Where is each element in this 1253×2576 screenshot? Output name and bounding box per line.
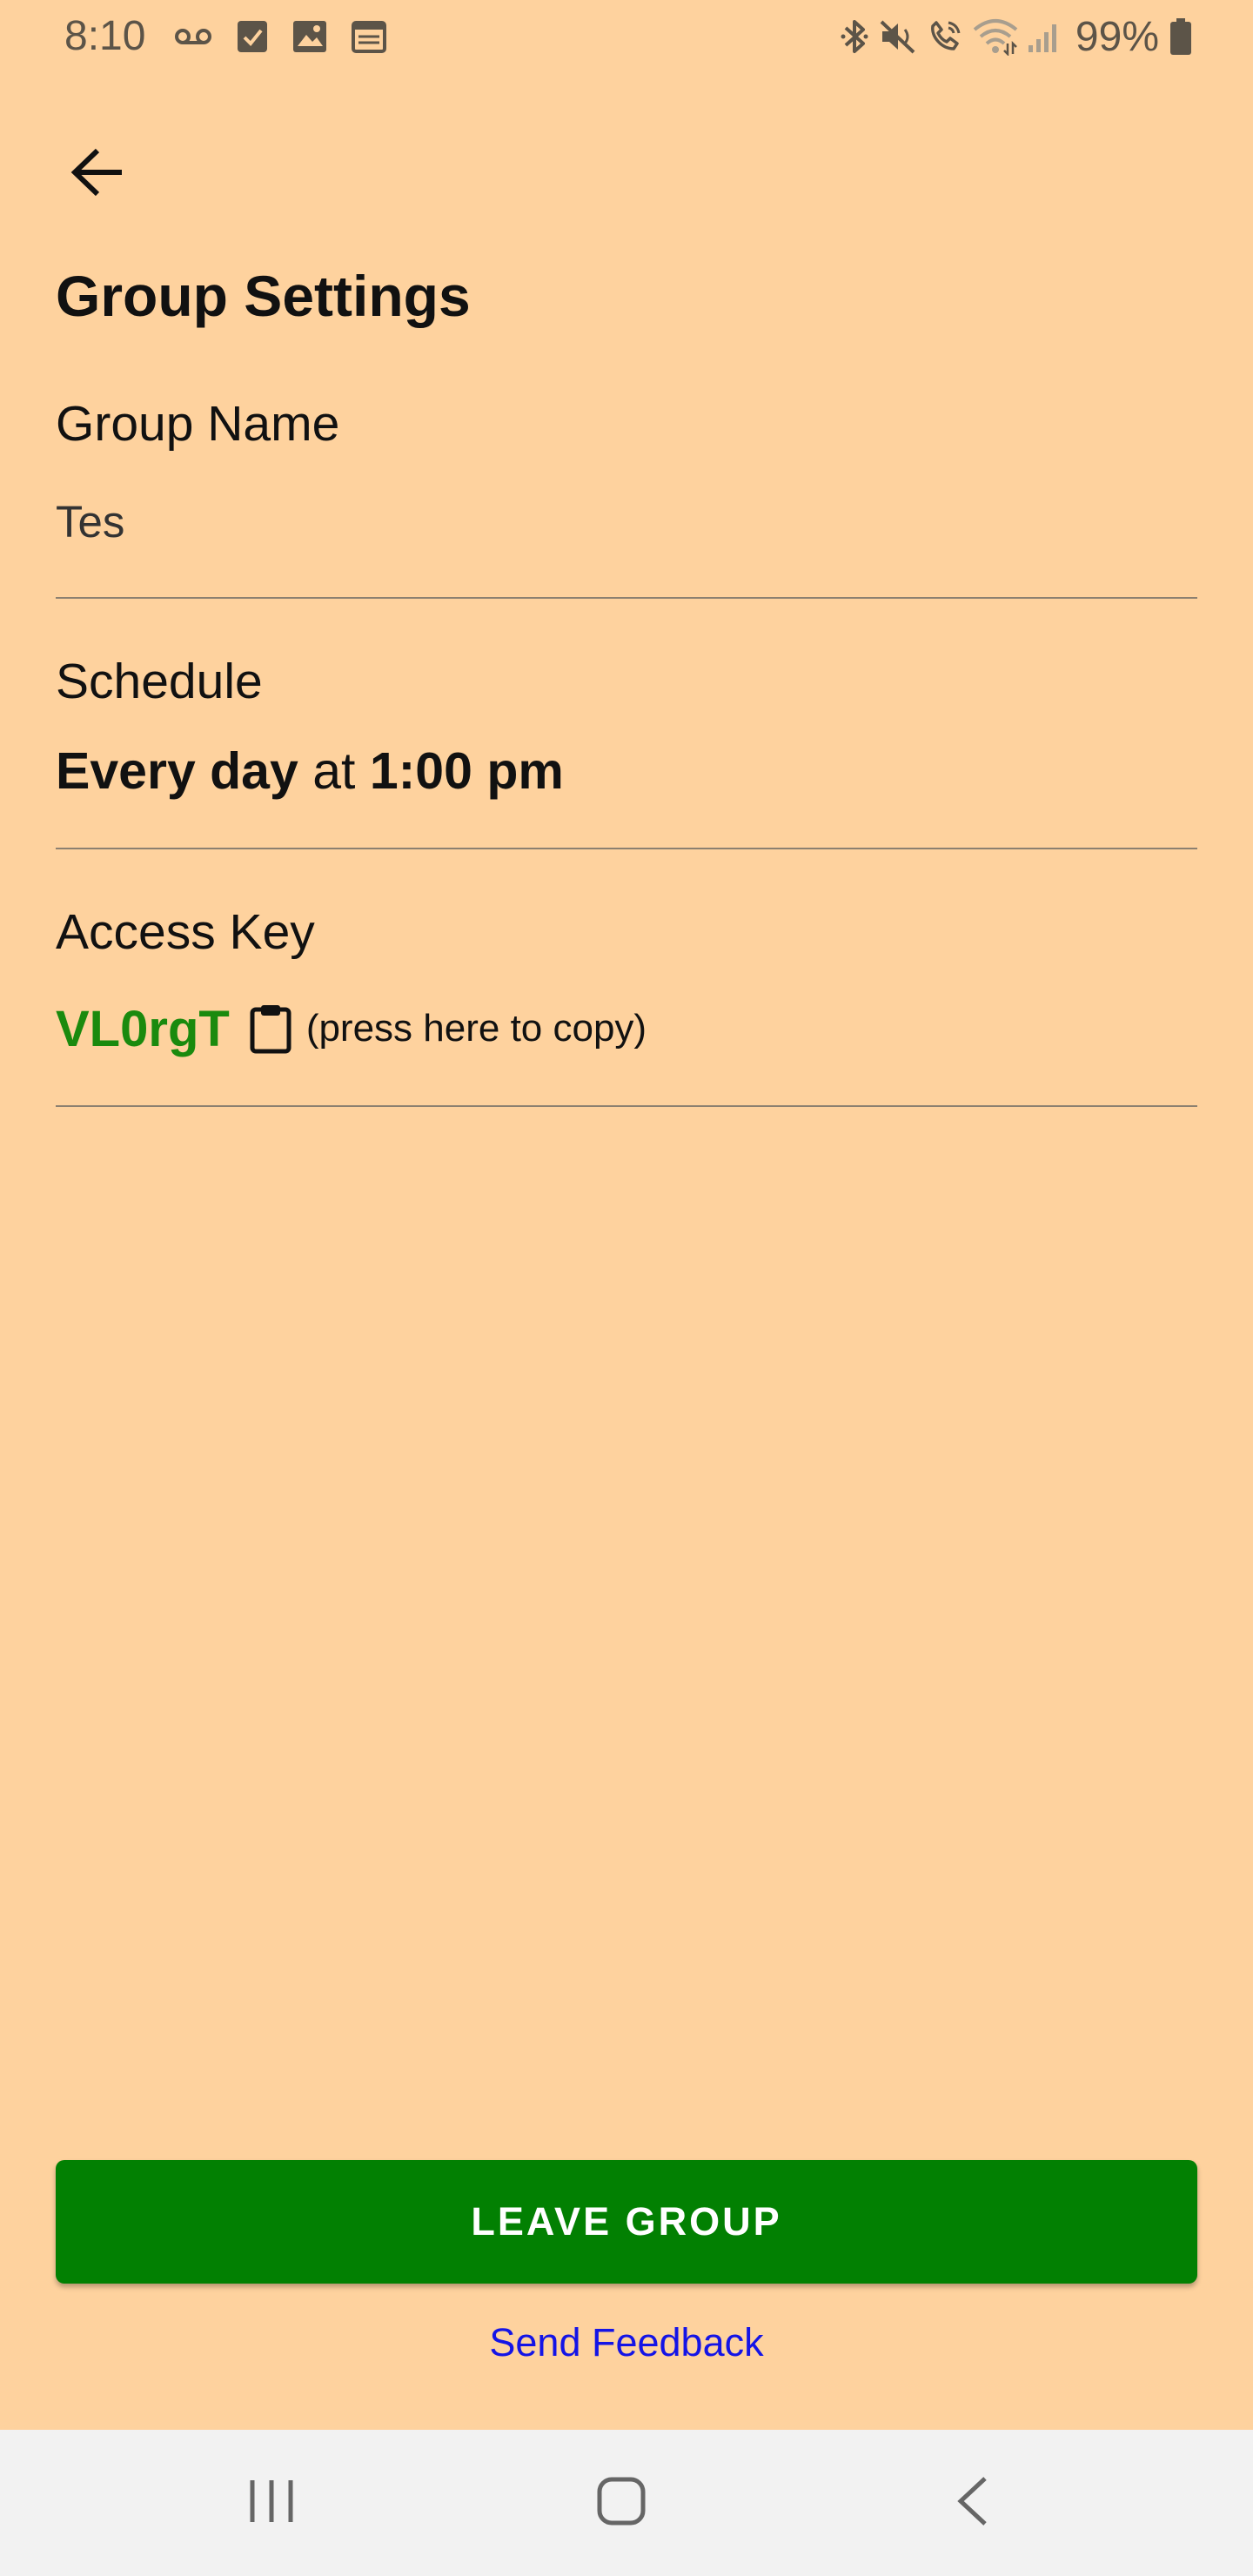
battery-icon [1169, 17, 1192, 56]
access-key-label: Access Key [56, 904, 315, 960]
send-feedback-link[interactable]: Send Feedback [0, 2315, 1253, 2371]
recent-apps-icon [245, 2477, 298, 2530]
status-time: 8:10 [64, 13, 146, 59]
access-key-divider [56, 1105, 1197, 1107]
schedule-value[interactable]: Every day at 1:00 pm [56, 736, 564, 806]
copy-access-key-button[interactable]: VL0rgT (press here to copy) [56, 994, 647, 1063]
schedule-time: 1:00 pm [369, 742, 564, 800]
group-name-divider [56, 597, 1197, 599]
wifi-icon [973, 17, 1018, 56]
access-key-value: VL0rgT [56, 1000, 230, 1057]
wifi-calling-icon [926, 17, 964, 56]
battery-percentage: 99% [1075, 13, 1159, 60]
calendar-icon [352, 20, 386, 53]
image-icon [292, 20, 327, 53]
page-title: Group Settings [56, 264, 471, 328]
copy-hint: (press here to copy) [305, 1007, 647, 1050]
signal-icon [1027, 19, 1062, 54]
mute-icon [879, 17, 917, 56]
group-name-field[interactable] [56, 487, 1197, 557]
group-name-label: Group Name [56, 396, 340, 452]
navigation-bar [0, 2430, 1253, 2576]
checkbox-icon [237, 19, 268, 54]
status-notification-icons [174, 17, 386, 56]
schedule-frequency: Every day [56, 742, 298, 800]
recent-apps-button[interactable] [228, 2459, 315, 2546]
home-icon [595, 2475, 647, 2532]
system-back-button[interactable] [929, 2459, 1016, 2546]
schedule-connector: at [312, 742, 356, 800]
arrow-left-icon [70, 146, 125, 203]
back-icon [954, 2475, 992, 2532]
schedule-divider [56, 848, 1197, 849]
home-button[interactable] [578, 2459, 665, 2546]
leave-group-button[interactable]: LEAVE GROUP [56, 2160, 1197, 2284]
schedule-label: Schedule [56, 654, 263, 709]
voicemail-icon [174, 26, 212, 47]
status-bar: 8:10 99% [0, 0, 1253, 73]
back-button[interactable] [54, 131, 141, 218]
bluetooth-icon [839, 17, 870, 56]
status-system-icons: 99% [839, 9, 1192, 64]
clipboard-icon [249, 1003, 292, 1054]
